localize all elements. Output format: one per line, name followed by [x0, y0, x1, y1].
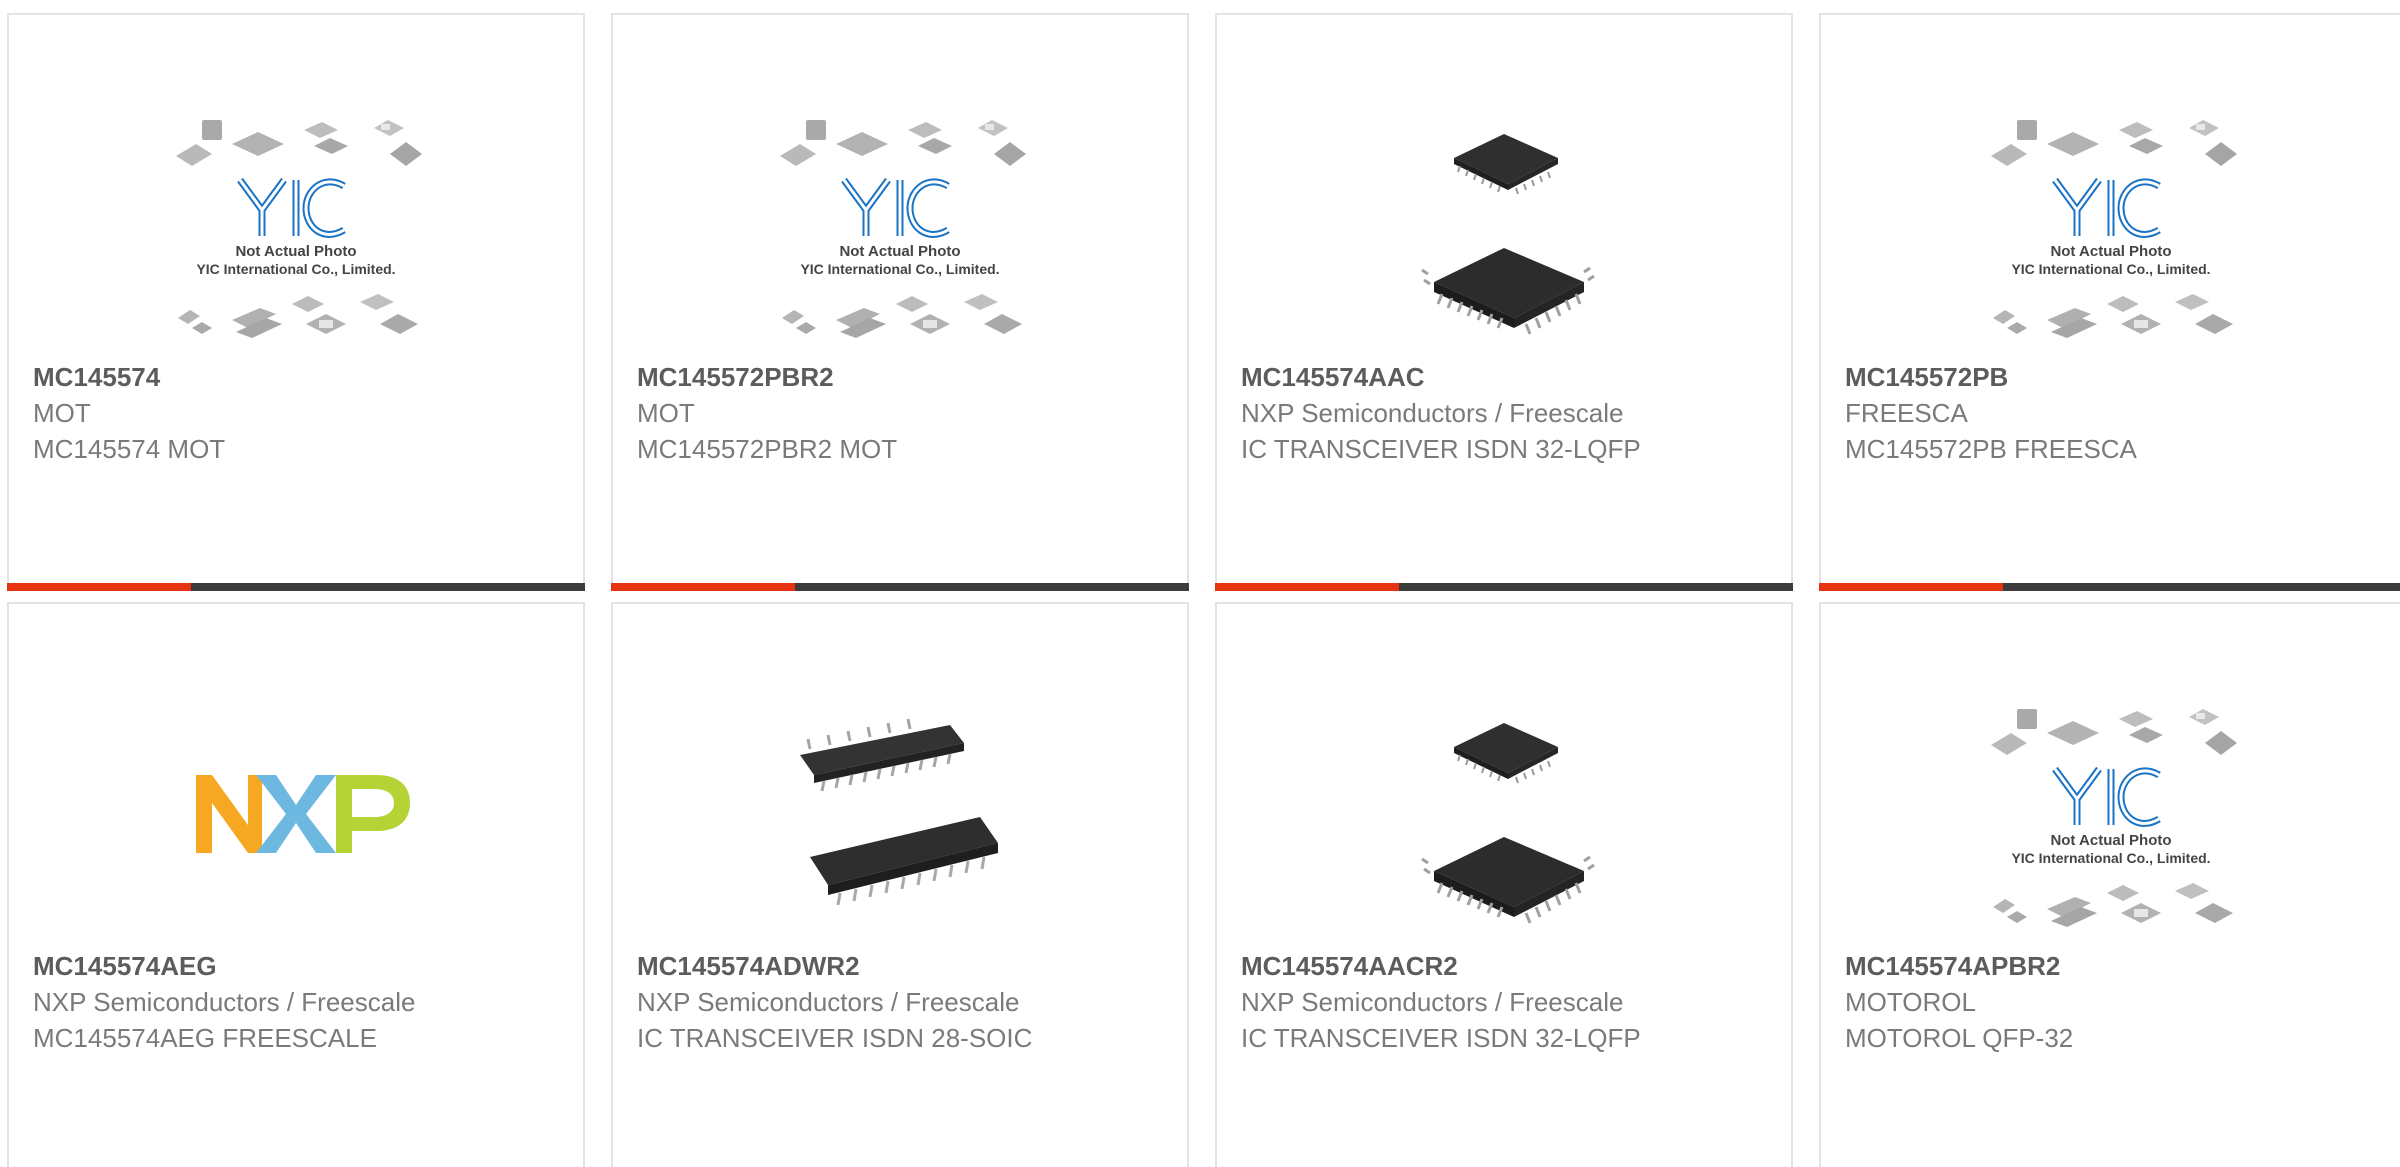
qfp-chip-image [1420, 721, 1596, 925]
svg-text:Not Actual Photo: Not Actual Photo [235, 243, 356, 260]
not-actual-photo-image: Not Actual Photo YIC International Co., … [1990, 120, 2237, 338]
not-actual-photo-image: Not Actual Photo YIC International Co., … [176, 120, 422, 338]
manufacturer: MOTOROL [1845, 987, 1976, 1017]
product-image[interactable] [1359, 684, 1649, 946]
manufacturer: FREESCA [1845, 398, 1968, 428]
product-image[interactable] [1359, 95, 1649, 357]
part-number[interactable]: MC145574AACR2 [1241, 948, 1681, 984]
product-card[interactable]: Not Actual Photo YIC International Co., … [611, 13, 1189, 591]
card-bottom-bar [1819, 583, 2400, 591]
manufacturer: MOT [637, 398, 695, 428]
part-number[interactable]: MC145574AEG [33, 948, 473, 984]
card-accent [7, 583, 191, 591]
description: MC145574 MOT [33, 434, 226, 464]
description: MOTOROL QFP-32 [1845, 1023, 2074, 1053]
description: MC145572PBR2 MOT [637, 434, 898, 464]
part-number[interactable]: MC145574APBR2 [1845, 948, 2285, 984]
svg-text:Not Actual Photo: Not Actual Photo [2050, 832, 2171, 849]
manufacturer: NXP Semiconductors / Freescale [1241, 987, 1624, 1017]
product-card[interactable]: Not Actual Photo YIC International Co., … [7, 13, 585, 591]
nxp-logo-image [196, 775, 410, 853]
product-card[interactable]: Not Actual Photo YIC International Co., … [1819, 602, 2400, 1167]
not-actual-photo-image: Not Actual Photo YIC International Co., … [1990, 709, 2237, 927]
card-bottom-bar [1215, 583, 1793, 591]
part-number[interactable]: MC145574AAC [1241, 359, 1681, 395]
description: MC145572PB FREESCA [1845, 434, 2137, 464]
svg-text:YIC International Co., Limited: YIC International Co., Limited. [2011, 850, 2210, 866]
product-card[interactable]: MC145574AEG NXP Semiconductors / Freesca… [7, 602, 585, 1167]
svg-text:Not Actual Photo: Not Actual Photo [2050, 243, 2171, 260]
soic-chip-image [798, 717, 1000, 907]
card-accent [1215, 583, 1399, 591]
card-bottom-bar [7, 583, 585, 591]
card-bottom-bar [611, 583, 1189, 591]
description: MC145574AEG FREESCALE [33, 1023, 377, 1053]
manufacturer: NXP Semiconductors / Freescale [33, 987, 416, 1017]
card-accent [611, 583, 795, 591]
svg-text:YIC International Co., Limited: YIC International Co., Limited. [800, 261, 999, 277]
product-image[interactable]: Not Actual Photo YIC International Co., … [755, 95, 1045, 357]
svg-text:YIC International Co., Limited: YIC International Co., Limited. [2011, 261, 2210, 277]
part-number[interactable]: MC145572PBR2 [637, 359, 1077, 395]
manufacturer: NXP Semiconductors / Freescale [637, 987, 1020, 1017]
product-card[interactable]: MC145574AACR2 NXP Semiconductors / Frees… [1215, 602, 1793, 1167]
card-accent [1819, 583, 2003, 591]
part-number[interactable]: MC145574 [33, 359, 473, 395]
product-image[interactable] [755, 684, 1045, 946]
manufacturer: NXP Semiconductors / Freescale [1241, 398, 1624, 428]
qfp-chip-image [1420, 132, 1596, 336]
description: IC TRANSCEIVER ISDN 32-LQFP [1241, 1023, 1641, 1053]
product-image[interactable]: Not Actual Photo YIC International Co., … [1966, 684, 2256, 946]
not-actual-photo-image: Not Actual Photo YIC International Co., … [780, 120, 1026, 338]
product-image[interactable]: Not Actual Photo YIC International Co., … [151, 95, 441, 357]
product-card[interactable]: Not Actual Photo YIC International Co., … [1819, 13, 2400, 591]
product-grid: Not Actual Photo YIC International Co., … [0, 0, 2400, 1167]
description: IC TRANSCEIVER ISDN 28-SOIC [637, 1023, 1033, 1053]
product-card[interactable]: MC145574ADWR2 NXP Semiconductors / Frees… [611, 602, 1189, 1167]
product-image[interactable] [151, 684, 441, 946]
svg-text:Not Actual Photo: Not Actual Photo [839, 243, 960, 260]
product-image[interactable]: Not Actual Photo YIC International Co., … [1966, 95, 2256, 357]
part-number[interactable]: MC145572PB [1845, 359, 2285, 395]
manufacturer: MOT [33, 398, 91, 428]
product-card[interactable]: MC145574AAC NXP Semiconductors / Freesca… [1215, 13, 1793, 591]
part-number[interactable]: MC145574ADWR2 [637, 948, 1077, 984]
svg-text:YIC International Co., Limited: YIC International Co., Limited. [196, 261, 395, 277]
description: IC TRANSCEIVER ISDN 32-LQFP [1241, 434, 1641, 464]
